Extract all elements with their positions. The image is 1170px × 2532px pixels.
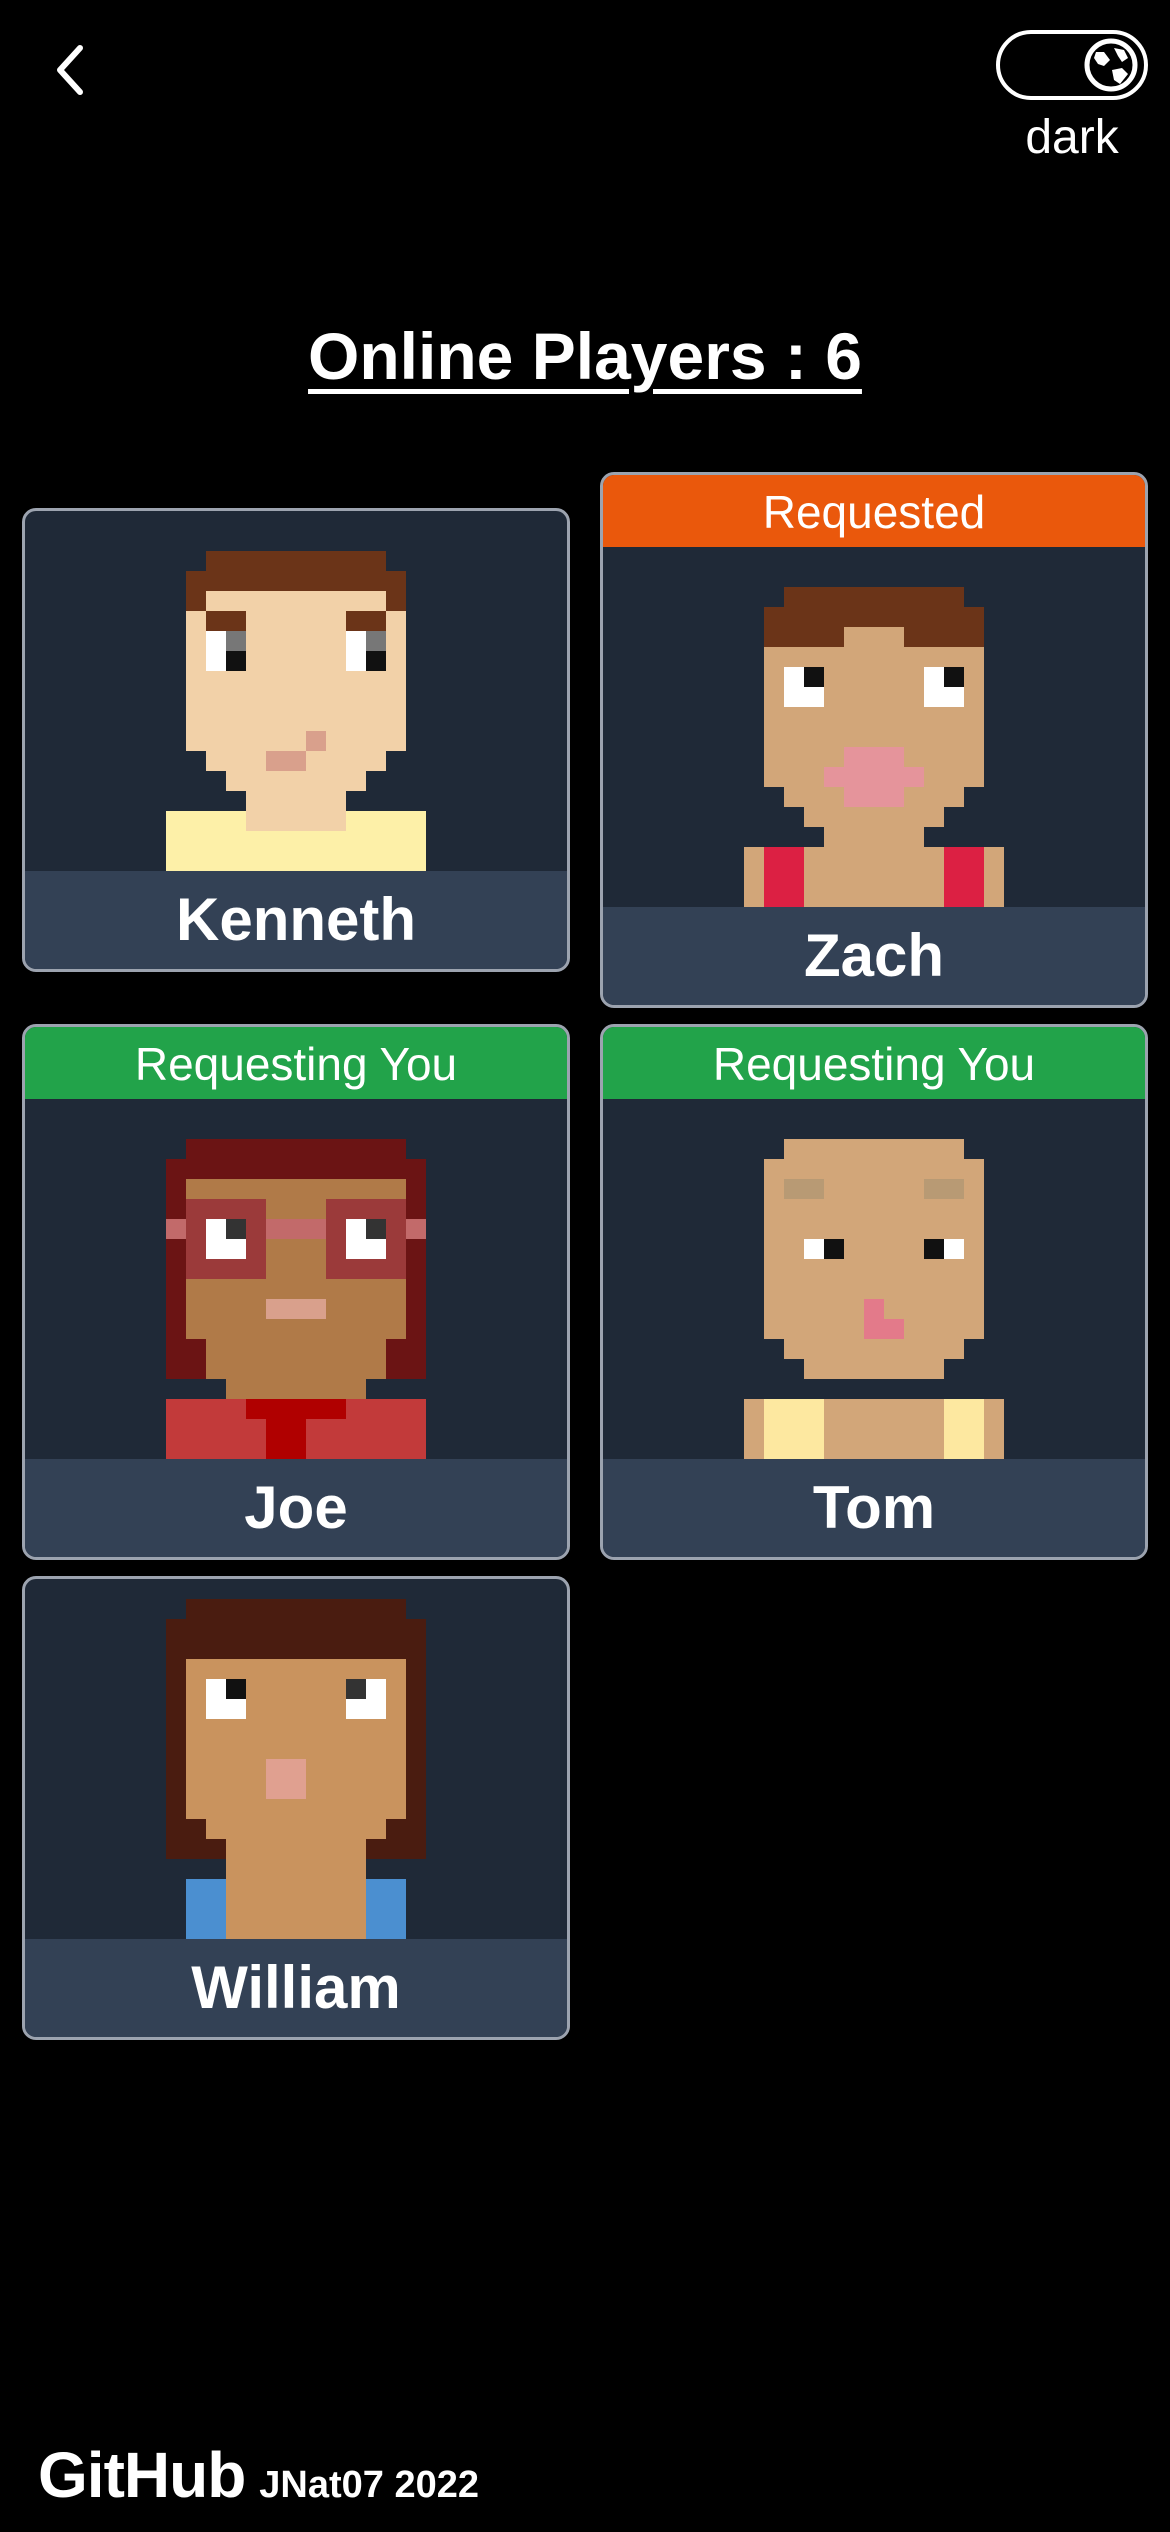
chevron-left-icon — [57, 45, 83, 95]
status-badge: Requesting You — [603, 1027, 1145, 1099]
theme-label: dark — [1025, 111, 1119, 164]
player-name: Joe — [25, 1459, 567, 1557]
player-name: William — [25, 1939, 567, 2037]
player-card-william[interactable]: William — [22, 1576, 570, 2040]
player-card-kenneth[interactable]: Kenneth — [22, 508, 570, 972]
status-badge: Requested — [603, 475, 1145, 547]
back-button[interactable] — [40, 40, 100, 100]
theme-toggle[interactable] — [996, 30, 1148, 100]
footer: GitHub JNat07 2022 — [38, 2438, 479, 2512]
page-title: Online Players : 6 — [308, 319, 862, 393]
avatar — [603, 547, 1145, 907]
status-badge: Requesting You — [25, 1027, 567, 1099]
avatar — [25, 1579, 567, 1939]
player-card-joe[interactable]: Requesting You Joe — [22, 1024, 570, 1560]
player-name: Kenneth — [25, 871, 567, 969]
player-name: Tom — [603, 1459, 1145, 1557]
github-logo[interactable]: GitHub — [38, 2438, 246, 2512]
online-players-screen: dark Online Players : 6 Kenneth Requeste… — [0, 0, 1170, 2532]
avatar — [25, 1099, 567, 1459]
avatar — [25, 511, 567, 871]
avatar — [603, 1099, 1145, 1459]
player-card-tom[interactable]: Requesting You Tom — [600, 1024, 1148, 1560]
player-card-zach[interactable]: Requested Zach — [600, 472, 1148, 1008]
footer-credit: JNat07 2022 — [259, 2464, 480, 2506]
player-name: Zach — [603, 907, 1145, 1005]
globe-icon — [1084, 38, 1138, 92]
